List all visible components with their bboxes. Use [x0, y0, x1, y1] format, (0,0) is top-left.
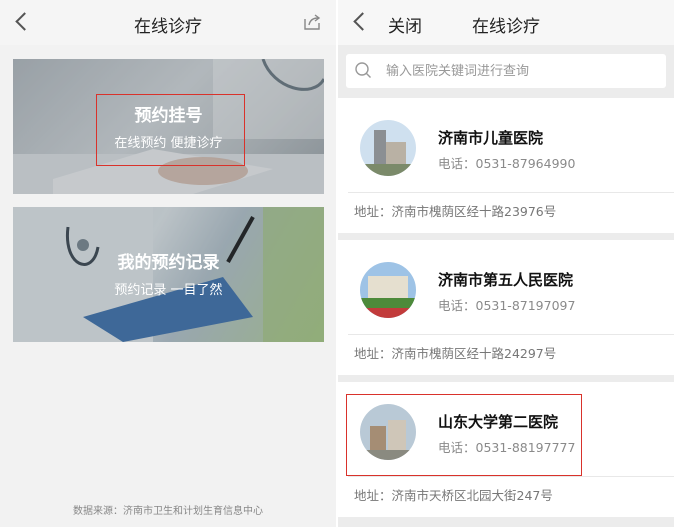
divider: [348, 334, 674, 335]
page-title: 在线诊疗: [134, 17, 202, 37]
hospital-name: 济南市第五人民医院: [438, 271, 574, 289]
back-icon[interactable]: [350, 10, 370, 34]
hospital-address: 地址：济南市槐荫区经十路24297号: [354, 346, 557, 361]
hospital-address: 地址：济南市天桥区北园大街247号: [354, 488, 553, 503]
divider: [348, 192, 674, 193]
hospital-card[interactable]: 济南市儿童医院 电话：0531-87964990 地址：济南市槐荫区经十路239…: [338, 98, 674, 233]
close-button[interactable]: 关闭: [388, 12, 422, 37]
page-title: 在线诊疗: [472, 17, 540, 37]
left-panel: 在线诊疗 预约挂号 在线预约 便捷诊疗 我的预约记录 预约记录 一目了然 数据来…: [0, 0, 336, 527]
records-card-subtitle: 预约记录 一目了然: [114, 283, 223, 298]
hospital-card[interactable]: 济南市第五人民医院 电话：0531-87197097 地址：济南市槐荫区经十路2…: [338, 240, 674, 375]
share-icon[interactable]: [302, 12, 322, 32]
hospital-phone: 电话：0531-87964990: [438, 156, 576, 171]
hospital-photo: [360, 262, 416, 318]
highlight-box: [96, 94, 245, 166]
divider: [348, 476, 674, 477]
left-nav-bar: 在线诊疗: [0, 0, 336, 45]
card-overlay: [13, 207, 324, 342]
hospital-address: 地址：济南市槐荫区经十路23976号: [354, 204, 557, 219]
right-nav-bar: 关闭 在线诊疗: [338, 0, 674, 45]
search-input[interactable]: [386, 54, 656, 88]
records-card[interactable]: 我的预约记录 预约记录 一目了然: [13, 207, 324, 342]
search-bar[interactable]: [346, 54, 666, 88]
hospital-phone: 电话：0531-87197097: [438, 298, 576, 313]
highlight-box: [346, 394, 582, 476]
hospital-name: 济南市儿童医院: [438, 129, 544, 147]
search-icon: [355, 62, 371, 78]
data-source-note: 数据来源：济南市卫生和计划生育信息中心: [73, 506, 263, 517]
hospital-photo: [360, 120, 416, 176]
records-card-title: 我的预约记录: [117, 253, 220, 273]
